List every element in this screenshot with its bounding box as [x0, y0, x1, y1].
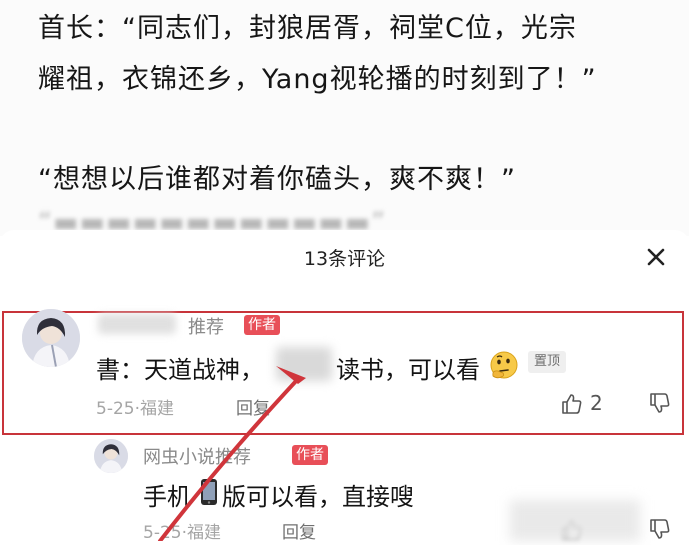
comment-text: 读书，可以看: [336, 356, 480, 384]
article-content: 首长：“同志们，封狼居胥，祠堂C位，光宗 耀祖，衣锦还乡，Yang视轮播的时刻到…: [0, 0, 689, 236]
avatar[interactable]: [94, 439, 128, 473]
mobile-phone-icon: [200, 478, 218, 506]
comment-date: 5-25·福建: [96, 399, 174, 419]
thumbs-down-icon: [650, 393, 670, 413]
article-line: 首长：“同志们，封狼居胥，祠堂C位，光宗: [38, 13, 577, 44]
author-badge: 作者: [244, 315, 280, 335]
like-count: 2: [590, 391, 603, 415]
author-badge: 作者: [292, 445, 328, 465]
dislike-button[interactable]: [648, 517, 674, 543]
reply-button[interactable]: 回复: [282, 518, 316, 543]
comment-text: 書：天道战神，: [96, 356, 264, 384]
thumbs-up-icon: [562, 394, 582, 414]
pinned-badge: 置顶: [528, 351, 567, 373]
article-line: 耀祖，衣锦还乡，Yang视轮播的时刻到了！”: [38, 64, 597, 95]
like-button[interactable]: 2: [560, 390, 622, 418]
comment-text: 手机: [143, 483, 191, 511]
avatar[interactable]: [22, 309, 80, 367]
thinking-face-icon: [488, 350, 520, 382]
blurred-watermark: [510, 500, 640, 541]
username[interactable]: 推荐: [188, 313, 224, 339]
blurred-word: [276, 347, 332, 381]
comment-text: 版可以看，直接嗖: [222, 483, 414, 511]
comments-count-title: 13条评论: [303, 248, 386, 270]
comment-date: 5-25·福建: [143, 523, 221, 543]
close-icon[interactable]: [641, 242, 671, 272]
article-line: “想想以后谁都对着你磕头，爽不爽！”: [38, 164, 516, 195]
reply-button[interactable]: 回复: [236, 394, 270, 419]
thumbs-down-icon: [650, 519, 670, 539]
dislike-button[interactable]: [648, 391, 674, 417]
username[interactable]: 网虫小说推荐: [143, 443, 251, 469]
blurred-username: [98, 314, 176, 334]
